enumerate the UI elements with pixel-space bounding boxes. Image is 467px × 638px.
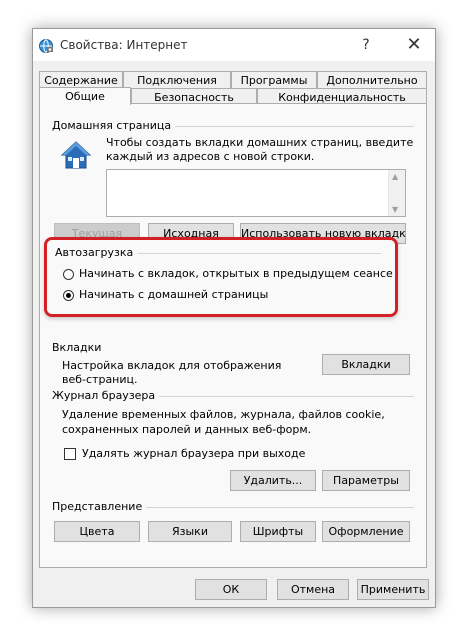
languages-button[interactable]: Языки (148, 521, 232, 542)
colors-button[interactable]: Цвета (54, 521, 140, 542)
delete-button[interactable]: Удалить... (230, 470, 316, 491)
divider (150, 396, 414, 397)
scroll-up-icon[interactable]: ▲ (392, 172, 398, 181)
startup-option-previous-session-radio[interactable] (63, 269, 74, 280)
appearance-group-label: Представление (52, 500, 147, 513)
scroll-down-icon[interactable]: ▼ (392, 205, 398, 214)
homepage-address-input[interactable]: ▲ ▼ (106, 169, 406, 217)
radio-selected-dot (66, 293, 71, 298)
fonts-button[interactable]: Шрифты (240, 521, 316, 542)
homepage-group-label: Домашняя страница (52, 119, 176, 132)
close-button[interactable]: ✕ (399, 33, 429, 57)
cancel-button[interactable]: Отмена (277, 579, 349, 600)
tab-connections[interactable]: Подключения (123, 71, 231, 88)
ok-button[interactable]: ОК (195, 579, 267, 600)
tab-general[interactable]: Общие (39, 87, 131, 105)
internet-options-icon (39, 39, 53, 53)
startup-group: Автозагрузка Начинать с вкладок, открыты… (47, 240, 395, 314)
accessibility-button[interactable]: Оформление (322, 521, 410, 542)
startup-option-homepage-label[interactable]: Начинать с домашней страницы (79, 287, 268, 302)
tab-advanced[interactable]: Дополнительно (317, 71, 427, 88)
general-tab-panel: Домашняя страница Чтобы создать вкладки … (39, 103, 427, 568)
apply-button[interactable]: Применить (357, 579, 429, 600)
address-scrollbar[interactable]: ▲ ▼ (388, 170, 405, 216)
delete-history-on-exit-checkbox[interactable] (64, 448, 76, 460)
tabs-description-line2: веб-страниц. (62, 373, 138, 386)
tabs-description-line1: Настройка вкладок для отображения (62, 359, 282, 372)
help-button[interactable]: ? (351, 33, 381, 57)
startup-highlight-frame: Автозагрузка Начинать с вкладок, открыты… (44, 237, 398, 317)
tab-programs[interactable]: Программы (231, 71, 317, 88)
history-description-line1: Удаление временных файлов, журнала, файл… (62, 408, 385, 421)
homepage-description-line2: каждый из адресов с новой строки. (106, 150, 315, 163)
title-bar[interactable]: Свойства: Интернет ? ✕ (33, 29, 435, 61)
home-icon (60, 141, 92, 169)
homepage-description-line1: Чтобы создать вкладки домашних страниц, … (106, 136, 414, 149)
startup-option-previous-session-label[interactable]: Начинать с вкладок, открытых в предыдуще… (79, 266, 393, 281)
startup-group-label: Автозагрузка (55, 246, 138, 259)
divider (156, 126, 414, 127)
history-description-line2: сохраненных паролей и данных веб-форм. (62, 423, 312, 436)
internet-properties-dialog: Свойства: Интернет ? ✕ Содержание Подклю… (32, 28, 436, 608)
history-settings-button[interactable]: Параметры (322, 470, 410, 491)
delete-history-on-exit-label[interactable]: Удалять журнал браузера при выходе (82, 446, 305, 461)
tab-content[interactable]: Содержание (39, 71, 123, 88)
tabs-settings-button[interactable]: Вкладки (322, 354, 410, 375)
divider (138, 507, 414, 508)
divider (125, 253, 381, 254)
startup-option-homepage-radio[interactable] (63, 290, 74, 301)
history-group-label: Журнал браузера (52, 389, 160, 402)
window-title: Свойства: Интернет (60, 38, 188, 52)
tabs-group-label: Вкладки (52, 341, 102, 354)
